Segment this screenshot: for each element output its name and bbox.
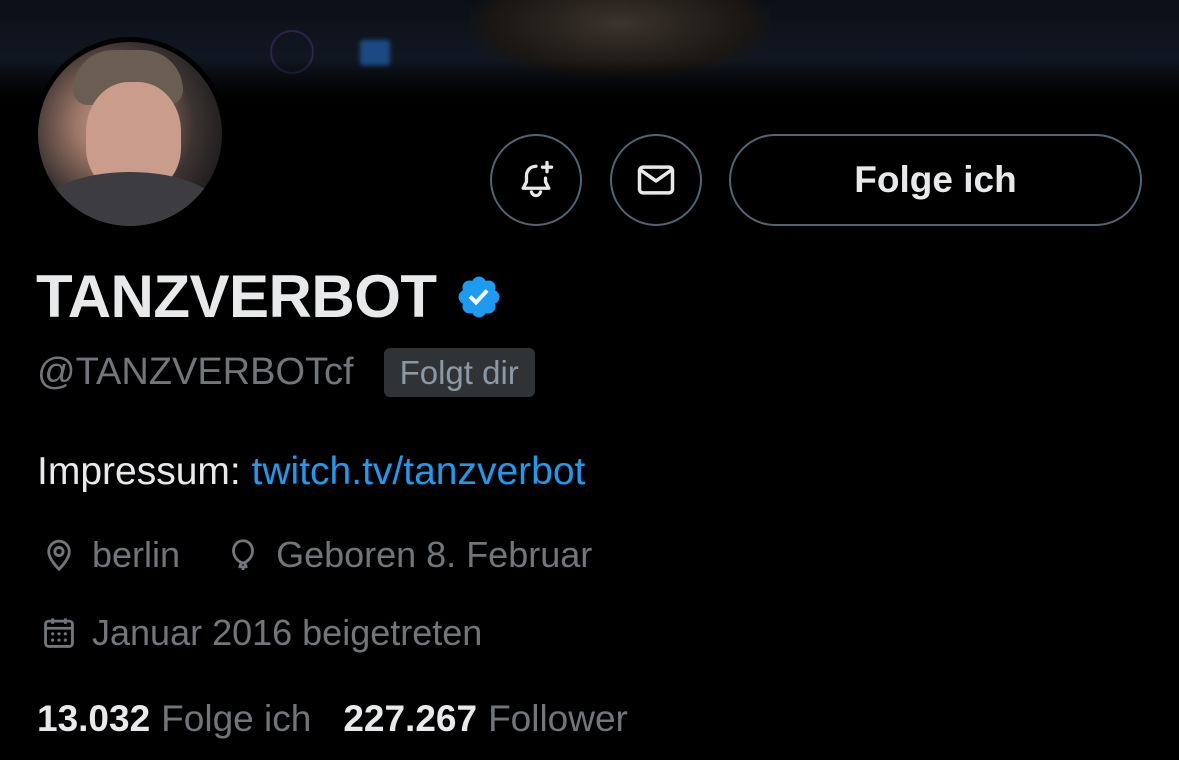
followers-count: 227.267 — [343, 698, 478, 739]
location-pin-icon — [47, 539, 71, 572]
following-button[interactable]: Folge ich — [729, 134, 1142, 226]
follows-you-badge: Folgt dir — [383, 348, 535, 397]
bio-prefix: Impressum: — [37, 450, 252, 493]
display-name: TANZVERBOT — [36, 263, 437, 330]
joined-text: Januar 2016 beigetreten — [92, 612, 483, 653]
location-text: berlin — [92, 534, 181, 575]
bell-plus-icon — [521, 160, 554, 198]
followers-label: Follower — [488, 698, 628, 739]
verified-badge-icon[interactable] — [455, 273, 503, 321]
avatar[interactable] — [33, 37, 227, 231]
meta-row-1: berlin Geboren 8. Februar — [40, 534, 592, 576]
balloon-icon — [232, 539, 254, 571]
bio: Impressum: twitch.tv/tanzverbot — [37, 450, 585, 494]
display-name-row: TANZVERBOT — [36, 262, 503, 331]
message-button[interactable] — [610, 134, 702, 226]
bio-link[interactable]: twitch.tv/tanzverbot — [252, 450, 586, 493]
following-stat[interactable]: 13.032 Folge ich — [37, 698, 311, 740]
birthday-text: Geboren 8. Februar — [276, 534, 593, 575]
meta-row-2: Januar 2016 beigetreten — [40, 612, 482, 654]
envelope-icon — [637, 165, 675, 195]
location-item: berlin — [40, 534, 180, 576]
avatar-body — [38, 172, 222, 226]
followers-stat[interactable]: 227.267 Follower — [343, 698, 628, 740]
follow-stats: 13.032 Folge ich 227.267 Follower — [37, 698, 628, 740]
notifications-button[interactable] — [490, 134, 582, 226]
joined-item: Januar 2016 beigetreten — [40, 612, 482, 654]
handle-row: @TANZVERBOTcf Folgt dir — [37, 348, 535, 397]
following-label: Folge ich — [161, 698, 312, 739]
avatar-image — [38, 42, 222, 226]
calendar-icon — [44, 618, 74, 648]
following-count: 13.032 — [37, 698, 151, 739]
user-handle: @TANZVERBOTcf — [37, 351, 354, 393]
birthday-item: Geboren 8. Februar — [224, 534, 592, 576]
